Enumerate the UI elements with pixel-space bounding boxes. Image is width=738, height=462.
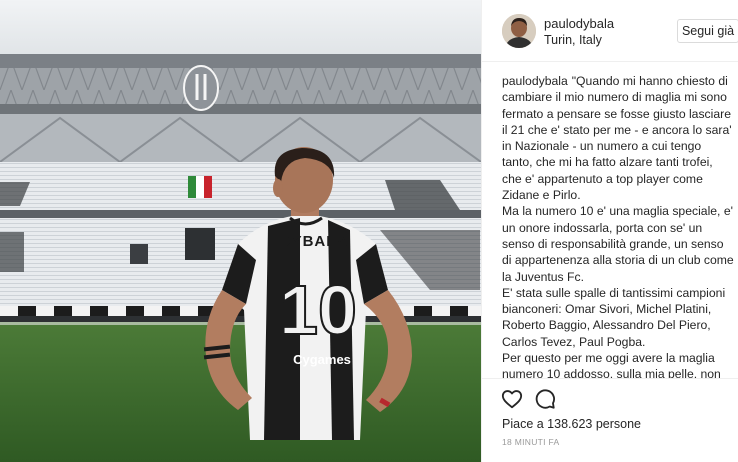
caption-paragraph: Ma la numero 10 e' una maglia speciale, … <box>502 204 734 284</box>
avatar[interactable] <box>502 14 536 48</box>
follow-button[interactable]: Segui già <box>677 19 738 43</box>
shirt-sponsor: Cygames <box>293 352 351 367</box>
shirt-number: 10 <box>279 271 357 349</box>
post-caption: paulodybala "Quando mi hanno chiesto di c… <box>502 73 734 378</box>
caption-paragraph: paulodybala "Quando mi hanno chiesto di c… <box>502 73 734 203</box>
caption-paragraph: Per questo per me oggi avere la maglia n… <box>502 351 721 378</box>
speech-bubble-icon[interactable] <box>534 388 556 410</box>
shirt-name: DYBALA <box>280 233 349 250</box>
caption-username[interactable]: paulodybala <box>502 74 568 88</box>
post-photo[interactable]: DYBALA 10 Cygames <box>0 0 481 462</box>
heart-outline-icon[interactable] <box>501 388 523 410</box>
post-header: paulodybala Turin, Italy Segui già <box>482 0 738 62</box>
post-panel: paulodybala Turin, Italy Segui già paulo… <box>481 0 738 462</box>
avatar-image <box>502 14 536 48</box>
caption-paragraph: E' stata sulle spalle di tantissimi camp… <box>502 285 726 349</box>
post-location[interactable]: Turin, Italy <box>544 33 602 47</box>
post-actions: Piace a 138.623 persone 18 MINUTI FA <box>482 378 738 462</box>
likes-count[interactable]: Piace a 138.623 persone <box>502 417 641 431</box>
post-username[interactable]: paulodybala <box>544 16 614 31</box>
caption-text: "Quando mi hanno chiesto di cambiare il … <box>502 74 732 203</box>
stadium-photo: DYBALA 10 Cygames <box>0 0 481 462</box>
post-timestamp[interactable]: 18 MINUTI FA <box>502 437 559 447</box>
